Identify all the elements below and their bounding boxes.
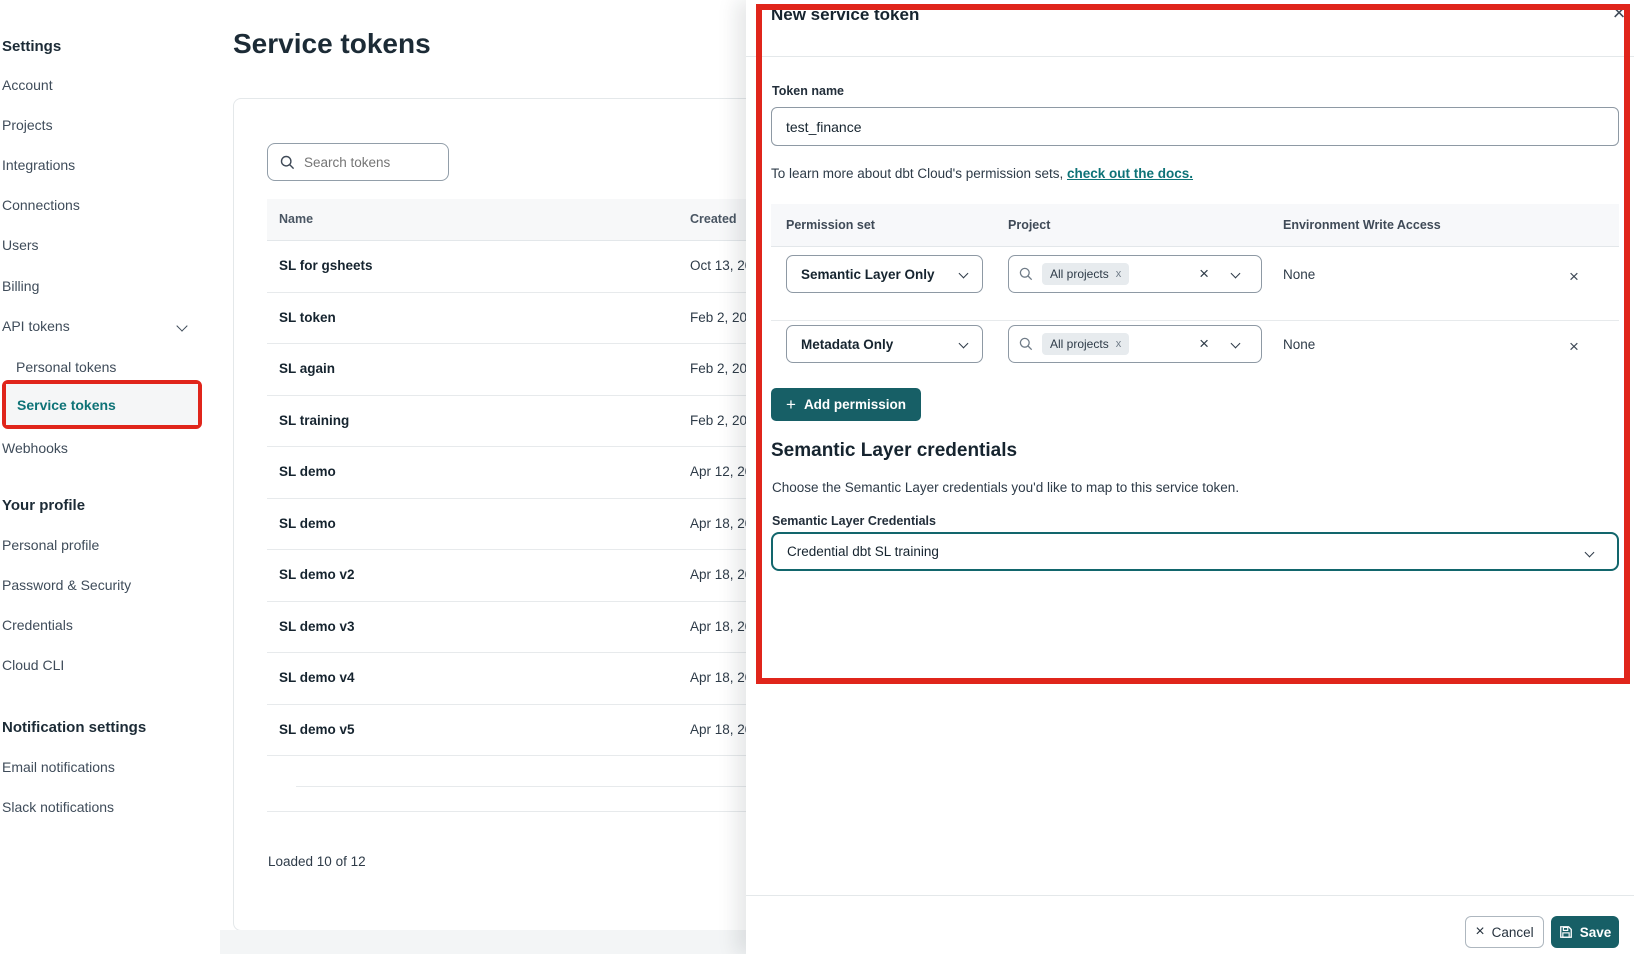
sidebar-item-webhooks[interactable]: Webhooks (2, 440, 68, 456)
column-header-env-write-access: Environment Write Access (1283, 218, 1441, 232)
chip-remove-icon[interactable]: x (1116, 338, 1122, 350)
column-header-permission-set: Permission set (786, 218, 875, 232)
save-disk-icon (1559, 925, 1573, 939)
permission-set-value: Semantic Layer Only (801, 267, 935, 282)
chip-remove-icon[interactable]: x (1116, 268, 1122, 280)
save-label: Save (1580, 925, 1612, 940)
loaded-count-text: Loaded 10 of 12 (268, 854, 366, 869)
token-name-input[interactable] (771, 107, 1619, 146)
drawer-footer: × Cancel Save (746, 895, 1634, 954)
semantic-layer-credentials-select[interactable]: Credential dbt SL training (771, 532, 1619, 571)
remove-row-icon[interactable]: × (1564, 267, 1584, 287)
sidebar-item-personal-tokens[interactable]: Personal tokens (16, 359, 116, 375)
sidebar-item-billing[interactable]: Billing (2, 278, 39, 294)
cancel-button[interactable]: × Cancel (1465, 916, 1544, 948)
token-name: SL again (279, 361, 335, 376)
semantic-layer-credentials-heading: Semantic Layer credentials (771, 440, 1017, 462)
sidebar-item-email-notifications[interactable]: Email notifications (2, 759, 115, 775)
permission-set-select[interactable]: Semantic Layer Only (786, 255, 983, 293)
settings-sidebar: Settings Account Projects Integrations C… (0, 0, 220, 954)
plus-icon: + (786, 395, 796, 415)
docs-link[interactable]: check out the docs. (1067, 166, 1193, 181)
add-permission-button[interactable]: + Add permission (771, 388, 921, 421)
chevron-down-icon (1585, 548, 1595, 558)
token-name: SL demo v4 (279, 670, 355, 685)
semantic-layer-credentials-label: Semantic Layer Credentials (772, 514, 936, 528)
save-button[interactable]: Save (1551, 916, 1619, 948)
project-chip-label: All projects (1050, 337, 1109, 351)
project-combobox[interactable]: All projects x × (1008, 255, 1262, 293)
project-chip[interactable]: All projects x (1042, 333, 1129, 355)
sidebar-item-connections[interactable]: Connections (2, 197, 80, 213)
token-name: SL demo (279, 464, 336, 479)
search-icon (1019, 267, 1033, 281)
drawer-title: New service token (771, 5, 919, 25)
sidebar-item-slack-notifications[interactable]: Slack notifications (2, 799, 114, 815)
column-header-created: Created (690, 212, 737, 226)
docs-text: To learn more about dbt Cloud's permissi… (771, 166, 1067, 181)
token-name: SL demo v2 (279, 567, 355, 582)
annotation-red-box-sidebar: Service tokens (2, 380, 202, 429)
sidebar-item-credentials[interactable]: Credentials (2, 617, 73, 633)
new-service-token-drawer: New service token × Token name To learn … (746, 0, 1634, 954)
sidebar-settings-header: Settings (2, 38, 61, 55)
service-tokens-label: Service tokens (17, 397, 116, 413)
sidebar-notifications-header: Notification settings (2, 719, 146, 736)
page-title: Service tokens (233, 28, 431, 60)
token-name: SL demo v3 (279, 619, 355, 634)
permission-set-select[interactable]: Metadata Only (786, 325, 983, 363)
cancel-label: Cancel (1492, 925, 1534, 940)
docs-help-text: To learn more about dbt Cloud's permissi… (771, 166, 1193, 181)
project-chip[interactable]: All projects x (1042, 263, 1129, 285)
sidebar-item-personal-profile[interactable]: Personal profile (2, 537, 99, 553)
sidebar-profile-header: Your profile (2, 497, 85, 514)
token-name: SL for gsheets (279, 258, 373, 273)
credential-value: Credential dbt SL training (787, 544, 939, 559)
close-icon: × (1475, 923, 1484, 941)
add-permission-label: Add permission (804, 397, 906, 412)
token-name: SL demo (279, 516, 336, 531)
sidebar-item-account[interactable]: Account (2, 77, 53, 93)
chevron-down-icon[interactable] (1231, 339, 1241, 349)
close-icon[interactable]: × (1606, 0, 1632, 26)
token-name: SL training (279, 413, 349, 428)
env-write-access-value: None (1283, 267, 1315, 282)
sidebar-item-service-tokens[interactable]: Service tokens (6, 384, 198, 425)
project-chip-label: All projects (1050, 267, 1109, 281)
chevron-down-icon[interactable] (176, 320, 187, 331)
search-tokens-box[interactable] (267, 143, 449, 181)
divider (746, 56, 1634, 57)
search-input[interactable] (304, 155, 424, 170)
sidebar-item-cloud-cli[interactable]: Cloud CLI (2, 657, 64, 673)
sidebar-item-integrations[interactable]: Integrations (2, 157, 75, 173)
token-name: SL demo v5 (279, 722, 355, 737)
chevron-down-icon (959, 269, 969, 279)
sidebar-item-users[interactable]: Users (2, 237, 39, 253)
divider (771, 320, 1619, 321)
permission-table-header: Permission set Project Environment Write… (771, 204, 1619, 247)
sidebar-item-api-tokens[interactable]: API tokens (2, 318, 70, 334)
env-write-access-value: None (1283, 337, 1315, 352)
token-name-label: Token name (772, 84, 844, 98)
clear-icon[interactable]: × (1199, 264, 1209, 284)
permission-set-value: Metadata Only (801, 337, 893, 352)
search-icon (1019, 337, 1033, 351)
project-combobox[interactable]: All projects x × (1008, 325, 1262, 363)
api-tokens-label: API tokens (2, 318, 70, 334)
column-header-project: Project (1008, 218, 1050, 232)
token-name: SL token (279, 310, 336, 325)
column-header-name: Name (279, 212, 313, 226)
search-icon (280, 155, 295, 170)
chevron-down-icon[interactable] (1231, 269, 1241, 279)
remove-row-icon[interactable]: × (1564, 337, 1584, 357)
clear-icon[interactable]: × (1199, 334, 1209, 354)
sidebar-item-password-security[interactable]: Password & Security (2, 577, 131, 593)
chevron-down-icon (959, 339, 969, 349)
sidebar-item-projects[interactable]: Projects (2, 117, 53, 133)
semantic-layer-description: Choose the Semantic Layer credentials yo… (772, 480, 1239, 495)
